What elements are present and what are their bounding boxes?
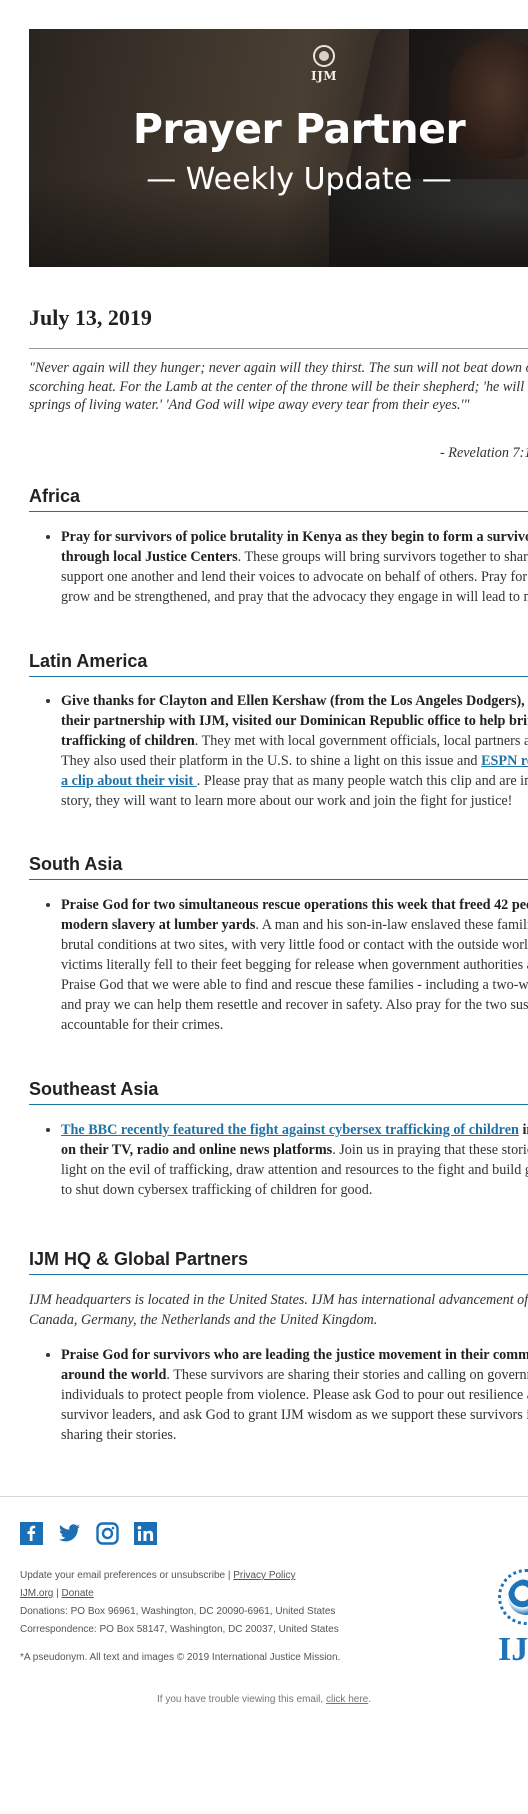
twitter-icon[interactable]	[58, 1522, 81, 1545]
list-item: The BBC recently featured the fight agai…	[61, 1120, 528, 1200]
click-here-link[interactable]: click here	[326, 1694, 368, 1705]
hq-intro: IJM headquarters is located in the Unite…	[29, 1292, 528, 1328]
linkedin-icon[interactable]	[134, 1522, 157, 1545]
privacy-policy-link[interactable]: Privacy Policy	[233, 1570, 295, 1581]
prayer-item-south-asia: Praise God for two simultaneous rescue o…	[44, 895, 528, 1035]
facebook-icon[interactable]	[20, 1522, 43, 1545]
divider	[29, 348, 528, 349]
hero-subtitle: — Weekly Update —	[146, 162, 452, 197]
prayer-item-southeast-asia: The BBC recently featured the fight agai…	[44, 1120, 528, 1200]
ijm-site-link[interactable]: IJM.org	[20, 1588, 53, 1599]
donate-link[interactable]: Donate	[62, 1588, 94, 1599]
hero-banner: IJM Prayer Partner — Weekly Update —	[29, 29, 528, 267]
scripture-reference: - Revelation 7:16-17	[440, 445, 528, 461]
scripture-quote: "Never again will they hunger; never aga…	[29, 360, 528, 413]
correspondence-address: Correspondence: PO Box 58147, Washington…	[20, 1624, 339, 1635]
footer-divider	[0, 1496, 528, 1497]
ijm-footer-logo: IJM	[494, 1565, 528, 1675]
donations-address: Donations: PO Box 96961, Washington, DC …	[20, 1606, 336, 1617]
section-heading-southeast-asia: Southeast Asia	[29, 1079, 528, 1105]
footer-links-line: IJM.org | Donate	[20, 1588, 94, 1599]
prayer-item-africa: Pray for survivors of police brutality i…	[44, 527, 528, 607]
hero-title: Prayer Partner	[132, 105, 466, 153]
instagram-icon[interactable]	[96, 1522, 119, 1545]
section-heading-ijm-hq: IJM HQ & Global Partners	[29, 1249, 528, 1275]
list-item: Praise God for survivors who are leading…	[61, 1345, 528, 1445]
ijm-logo: IJM	[300, 45, 348, 83]
prayer-item-ijm-hq: Praise God for survivors who are leading…	[44, 1345, 528, 1445]
bbc-feature-link[interactable]: The BBC recently featured the fight agai…	[61, 1122, 519, 1138]
footer-prefs-line: Update your email preferences or unsubsc…	[20, 1570, 296, 1581]
globe-icon	[313, 45, 335, 67]
section-heading-africa: Africa	[29, 486, 528, 512]
section-heading-latin-america: Latin America	[29, 651, 528, 677]
list-item: Pray for survivors of police brutality i…	[61, 527, 528, 607]
copyright-note: *A pseudonym. All text and images © 2019…	[20, 1652, 341, 1663]
footer-info: Update your email preferences or unsubsc…	[20, 1567, 340, 1667]
prayer-item-latin-america: Give thanks for Clayton and Ellen Kersha…	[44, 691, 528, 811]
social-links	[20, 1522, 157, 1545]
list-item: Give thanks for Clayton and Ellen Kersha…	[61, 691, 528, 811]
list-item: Praise God for two simultaneous rescue o…	[61, 895, 528, 1035]
section-heading-south-asia: South Asia	[29, 854, 528, 880]
view-in-browser-line: If you have trouble viewing this email, …	[156, 1694, 371, 1705]
issue-date: July 13, 2019	[29, 305, 152, 330]
